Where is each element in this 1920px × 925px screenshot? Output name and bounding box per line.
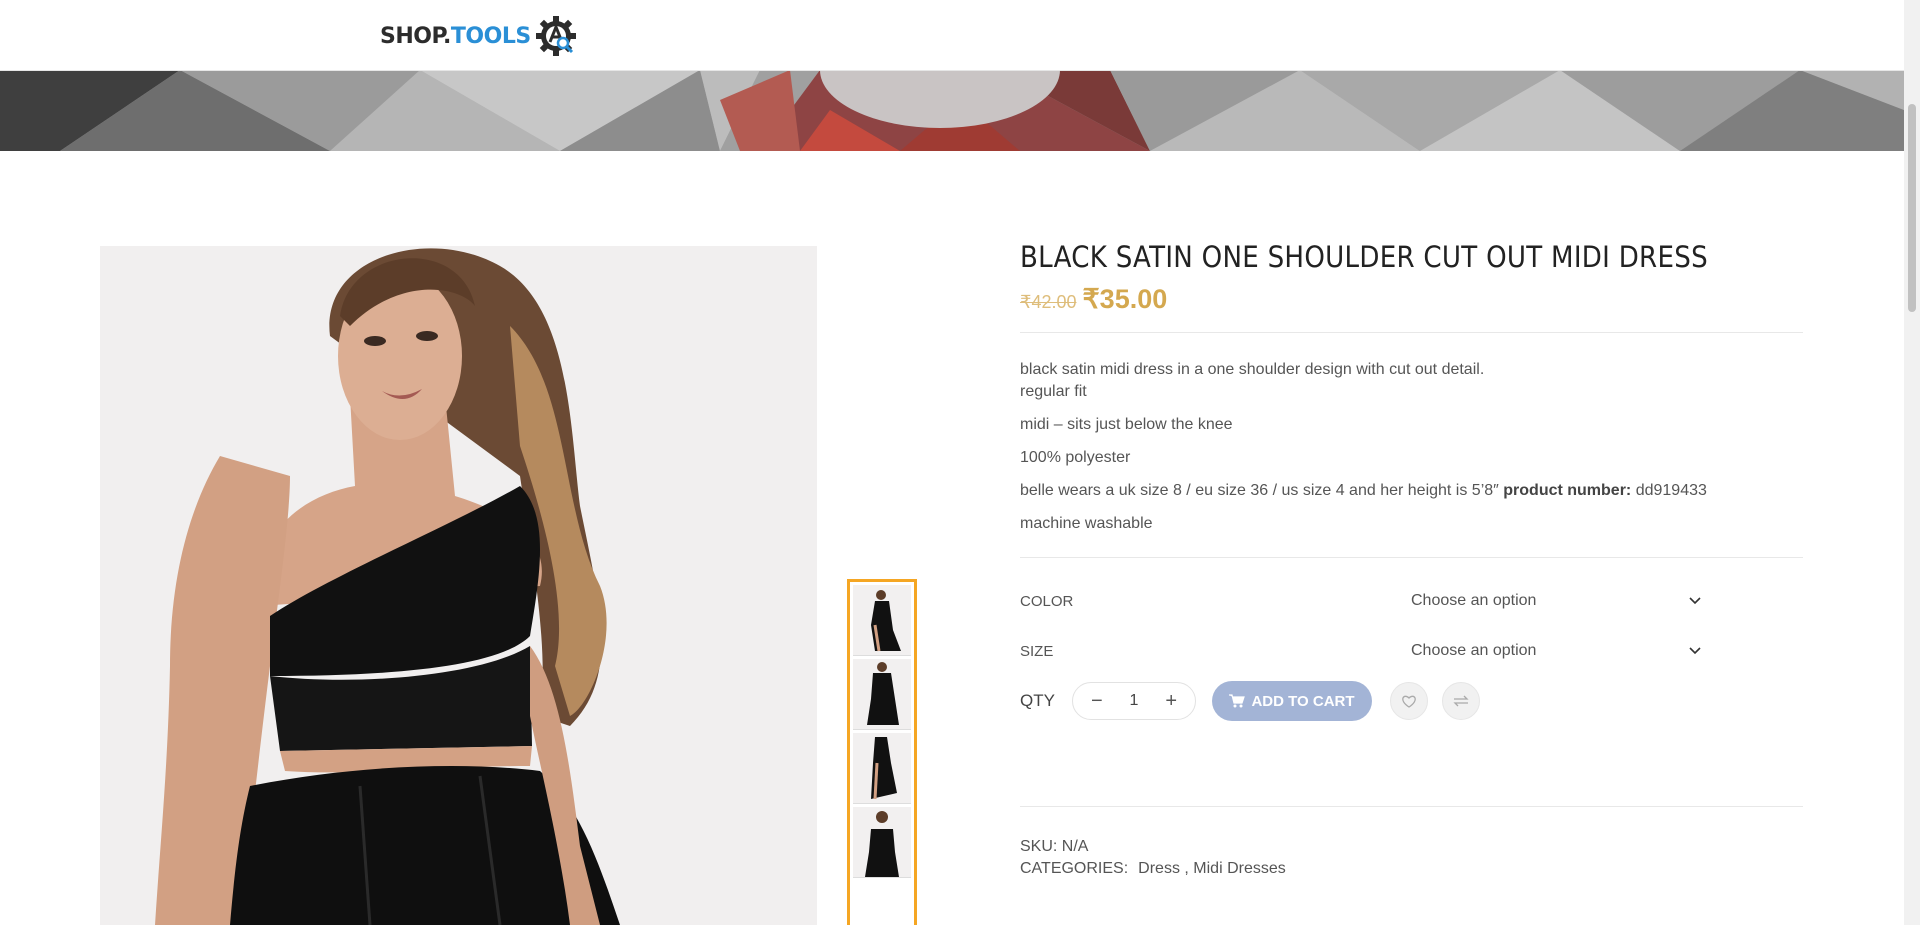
thumbnail-3[interactable] (853, 733, 911, 804)
compare-arrows-icon (1453, 695, 1469, 707)
banner-background (0, 70, 1904, 151)
description-line: midi – sits just below the knee (1020, 416, 1233, 433)
divider (1020, 332, 1803, 333)
quantity-stepper: − 1 + (1072, 682, 1196, 720)
sku-label: SKU: (1020, 838, 1058, 855)
description-line: black satin midi dress in a one shoulder… (1020, 361, 1485, 378)
product-number-value: dd919433 (1631, 482, 1707, 499)
categories-label: CATEGORIES: (1020, 860, 1129, 877)
categories-row: CATEGORIES: Dress , Midi Dresses (1020, 858, 1803, 880)
sale-price: ₹35.00 (1082, 284, 1168, 314)
compare-button[interactable] (1442, 682, 1480, 720)
color-label: COLOR (1020, 592, 1074, 610)
description-text: belle wears a uk size 8 / eu size 36 / u… (1020, 482, 1504, 499)
size-label: SIZE (1020, 642, 1054, 660)
qty-minus-button[interactable]: − (1091, 690, 1103, 713)
sku-value: N/A (1061, 838, 1089, 855)
divider (1020, 806, 1803, 807)
product-main-image[interactable] (100, 246, 817, 925)
add-to-cart-row: QTY − 1 + ADD TO CART (1020, 681, 1803, 721)
page-banner (0, 70, 1904, 151)
variations: COLOR Choose an option SIZE Choose an op… (1020, 576, 1803, 676)
variation-size: SIZE Choose an option (1020, 626, 1803, 676)
thumbnail-1[interactable] (853, 585, 911, 656)
add-to-cart-button[interactable]: ADD TO CART (1212, 681, 1372, 721)
qty-input[interactable]: 1 (1130, 692, 1139, 710)
chevron-down-icon (1689, 597, 1701, 605)
size-select[interactable]: Choose an option (1411, 642, 1701, 660)
thumbnail-image (853, 659, 911, 729)
price-row: ₹42.00 ₹35.00 (1020, 284, 1803, 315)
qty-label: QTY (1020, 691, 1055, 710)
color-select-value: Choose an option (1411, 592, 1537, 609)
product-title: BLACK SATIN ONE SHOULDER CUT OUT MIDI DR… (1020, 240, 1708, 274)
color-select[interactable]: Choose an option (1411, 592, 1701, 610)
page-scrollbar[interactable] (1904, 0, 1920, 925)
thumbnail-image (853, 807, 911, 877)
variation-color: COLOR Choose an option (1020, 576, 1803, 626)
thumbnail-image (853, 585, 911, 655)
site-logo[interactable]: SHOP.TOOLS (380, 14, 578, 58)
logo-tools-text: TOOLS (450, 23, 531, 49)
product-number-label: product number: (1503, 482, 1632, 499)
old-price: ₹42.00 (1020, 292, 1077, 312)
thumbnail-image (853, 733, 911, 803)
qty-plus-button[interactable]: + (1165, 690, 1177, 713)
description-line: belle wears a uk size 8 / eu size 36 / u… (1020, 480, 1803, 502)
chevron-down-icon (1689, 647, 1701, 655)
gear-search-icon (535, 16, 576, 56)
thumbnail-2[interactable] (853, 659, 911, 730)
product-meta: SKU: N/A CATEGORIES: Dress , Midi Dresses (1020, 836, 1803, 880)
sku-row: SKU: N/A (1020, 836, 1803, 858)
add-to-cart-label: ADD TO CART (1251, 692, 1355, 710)
wishlist-button[interactable] (1390, 682, 1428, 720)
logo-text: SHOP.TOOLS (380, 24, 531, 49)
product-summary: BLACK SATIN ONE SHOULDER CUT OUT MIDI DR… (1020, 240, 1803, 880)
scrollbar-thumb[interactable] (1908, 104, 1916, 312)
logo-shop-text: SHOP. (380, 23, 451, 49)
size-select-value: Choose an option (1411, 642, 1537, 659)
product-thumbnails (847, 579, 917, 925)
category-links[interactable]: Dress , Midi Dresses (1138, 860, 1286, 877)
site-header: SHOP.TOOLS (0, 0, 1904, 71)
divider (1020, 557, 1803, 558)
thumbnail-4[interactable] (853, 807, 911, 878)
product-description: black satin midi dress in a one shoulder… (1020, 359, 1803, 535)
product-photo (100, 246, 817, 925)
heart-icon (1402, 695, 1416, 708)
cart-icon (1229, 694, 1246, 708)
description-line: machine washable (1020, 515, 1153, 532)
description-line: regular fit (1020, 383, 1087, 400)
description-line: 100% polyester (1020, 449, 1131, 466)
